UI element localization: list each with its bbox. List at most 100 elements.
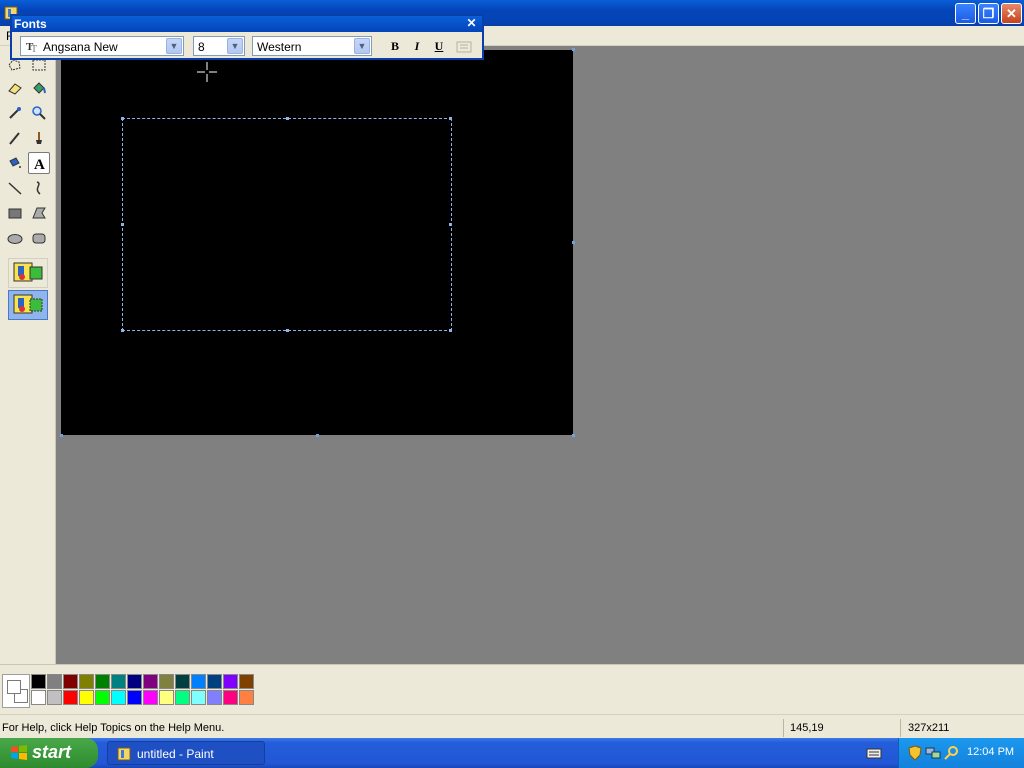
italic-button[interactable]: I (408, 39, 426, 55)
search-icon[interactable] (943, 745, 959, 761)
windows-logo-icon (11, 745, 27, 760)
color-swatch[interactable] (127, 674, 142, 689)
magnifier-tool[interactable] (28, 102, 50, 124)
color-swatch[interactable] (207, 674, 222, 689)
text-selection-box[interactable] (121, 117, 452, 332)
truetype-font-icon: T T (26, 41, 37, 52)
color-swatch[interactable] (95, 690, 110, 705)
eraser-tool[interactable] (4, 77, 26, 99)
network-icon[interactable] (925, 745, 941, 761)
color-swatch[interactable] (175, 690, 190, 705)
help-text: For Help, click Help Topics on the Help … (2, 722, 225, 734)
system-tray: 12:04 PM (898, 738, 1024, 768)
resize-handle[interactable] (286, 117, 289, 120)
font-name-value: Angsana New (43, 40, 118, 54)
rounded-rectangle-tool[interactable] (28, 227, 50, 249)
resize-handle[interactable] (449, 223, 452, 226)
script-dropdown[interactable]: Western ▼ (252, 36, 372, 56)
eraser-icon (8, 83, 22, 95)
pencil-tool[interactable] (4, 127, 26, 149)
font-name-dropdown[interactable]: T T Angsana New ▼ (20, 36, 184, 56)
color-swatch[interactable] (31, 690, 46, 705)
canvas-resize-handle[interactable] (572, 241, 575, 244)
chevron-down-icon[interactable]: ▼ (227, 38, 243, 54)
script-value: Western (257, 40, 302, 54)
fill-tool[interactable] (28, 77, 50, 99)
color-swatch[interactable] (63, 690, 78, 705)
restore-button[interactable]: ❐ (978, 3, 999, 24)
resize-handle[interactable] (121, 329, 124, 332)
fonts-toolbar-window[interactable]: Fonts ✕ T T Angsana New ▼ 8 ▼ Western ▼ … (10, 14, 484, 60)
color-swatch[interactable] (175, 674, 190, 689)
clock: 12:04 PM (967, 746, 1015, 758)
color-swatch[interactable] (111, 690, 126, 705)
pick-color-tool[interactable] (4, 102, 26, 124)
start-label: start (32, 742, 72, 762)
chevron-down-icon[interactable]: ▼ (166, 38, 182, 54)
font-size-value: 8 (198, 40, 205, 54)
security-shield-icon[interactable] (907, 745, 923, 761)
color-swatch[interactable] (207, 690, 222, 705)
font-size-dropdown[interactable]: 8 ▼ (193, 36, 245, 56)
polygon-tool[interactable] (28, 202, 50, 224)
vertical-text-icon[interactable] (456, 41, 472, 53)
fonts-toolbar-header[interactable]: Fonts ✕ (12, 16, 482, 32)
text-icon: A (34, 157, 45, 171)
keyboard-icon[interactable] (866, 746, 882, 760)
color-swatch[interactable] (31, 674, 46, 689)
brush-tool[interactable] (28, 127, 50, 149)
line-tool[interactable] (4, 177, 26, 199)
color-swatch[interactable] (191, 674, 206, 689)
bold-button[interactable]: B (386, 39, 404, 55)
color-swatch[interactable] (159, 674, 174, 689)
text-tool[interactable]: A (28, 152, 50, 174)
color-swatch[interactable] (79, 674, 94, 689)
svg-text:A: A (34, 157, 45, 171)
color-swatch[interactable] (191, 690, 206, 705)
current-colors[interactable] (2, 674, 30, 708)
chevron-down-icon[interactable]: ▼ (354, 38, 370, 54)
ellipse-icon (7, 234, 23, 244)
color-swatch[interactable] (159, 690, 174, 705)
color-swatch[interactable] (47, 690, 62, 705)
color-swatch[interactable] (47, 674, 62, 689)
start-button[interactable]: start (0, 738, 98, 768)
color-swatch[interactable] (223, 674, 238, 689)
close-button[interactable]: ✕ (1001, 3, 1022, 24)
resize-handle[interactable] (286, 329, 289, 332)
color-swatch[interactable] (127, 690, 142, 705)
transparent-background-option[interactable] (8, 290, 48, 320)
canvas-resize-handle[interactable] (316, 434, 319, 437)
airbrush-tool[interactable] (4, 152, 26, 174)
rectangle-tool[interactable] (4, 202, 26, 224)
color-swatch[interactable] (111, 674, 126, 689)
transparent-background-icon (13, 294, 43, 314)
color-swatch[interactable] (79, 690, 94, 705)
resize-handle[interactable] (449, 329, 452, 332)
fonts-toolbar-title: Fonts (14, 17, 47, 31)
curve-tool[interactable] (28, 177, 50, 199)
resize-handle[interactable] (449, 117, 452, 120)
color-swatch[interactable] (63, 674, 78, 689)
canvas-resize-handle[interactable] (572, 434, 575, 437)
color-swatch[interactable] (143, 690, 158, 705)
canvas-resize-handle[interactable] (572, 48, 575, 51)
fonts-close-button[interactable]: ✕ (465, 17, 478, 30)
magnifier-icon (32, 106, 46, 120)
opaque-background-option[interactable] (8, 258, 48, 288)
resize-handle[interactable] (121, 223, 124, 226)
color-swatch[interactable] (239, 674, 254, 689)
foreground-color-swatch[interactable] (7, 680, 21, 694)
resize-handle[interactable] (121, 117, 124, 120)
taskbar-item-paint[interactable]: untitled - Paint (107, 741, 265, 765)
minimize-button[interactable]: _ (955, 3, 976, 24)
color-swatch[interactable] (223, 690, 238, 705)
color-swatch[interactable] (143, 674, 158, 689)
color-swatch[interactable] (95, 674, 110, 689)
underline-button[interactable]: U (430, 39, 448, 55)
pick-color-icon (9, 107, 21, 119)
color-swatch[interactable] (239, 690, 254, 705)
ellipse-tool[interactable] (4, 227, 26, 249)
canvas-resize-handle[interactable] (60, 434, 63, 437)
drawing-canvas[interactable] (61, 50, 573, 435)
